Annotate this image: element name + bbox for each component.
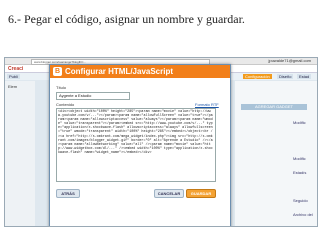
content-label: Contenido: [56, 102, 75, 107]
screenshot-frame: www.blogger.com/rearrange?blogID=... jpu…: [4, 57, 318, 227]
title-input[interactable]: Aygente a Estudio: [56, 92, 130, 100]
cancel-button[interactable]: CANCELAR: [154, 189, 184, 198]
elements-label: Elem: [8, 84, 18, 89]
tab-configuracion[interactable]: Configuración: [243, 74, 272, 79]
code-textarea[interactable]: <div><object width="100%" height="285"><…: [56, 108, 216, 182]
tab-diseno[interactable]: Diseño: [277, 74, 294, 79]
save-button[interactable]: GUARDAR: [186, 189, 216, 198]
archive-label: Archivo del: [293, 212, 313, 217]
account-email[interactable]: jpuwalde71@gmail.com: [268, 58, 311, 63]
tab-estadisticas[interactable]: Estad: [297, 74, 312, 79]
dialog-header: B Configurar HTML/JavaScript: [50, 65, 230, 78]
blogger-logo-icon: B: [53, 67, 62, 76]
followers-label: Seguido: [293, 198, 308, 203]
dialog-title: Configurar HTML/JavaScript: [65, 67, 174, 76]
stats-label: Estadís: [293, 170, 307, 175]
blog-brand[interactable]: Creaci: [8, 66, 23, 72]
add-gadget-button[interactable]: AGREGAR GADGET: [241, 104, 307, 110]
html-javascript-dialog: B Configurar HTML/JavaScript Título Ayge…: [49, 64, 231, 226]
left-column: [5, 81, 35, 226]
modify-link[interactable]: Modific: [293, 156, 306, 161]
tab-publicar[interactable]: Publi: [7, 74, 20, 79]
back-button[interactable]: ATRÁS: [56, 189, 80, 198]
title-label: Título: [56, 85, 67, 90]
slide-caption: 6.- Pegar el código, asignar un nombre y…: [8, 12, 245, 26]
right-column: [235, 81, 317, 226]
modify-link[interactable]: Modific: [293, 120, 306, 125]
rich-text-link[interactable]: Formato RTF: [195, 102, 219, 107]
